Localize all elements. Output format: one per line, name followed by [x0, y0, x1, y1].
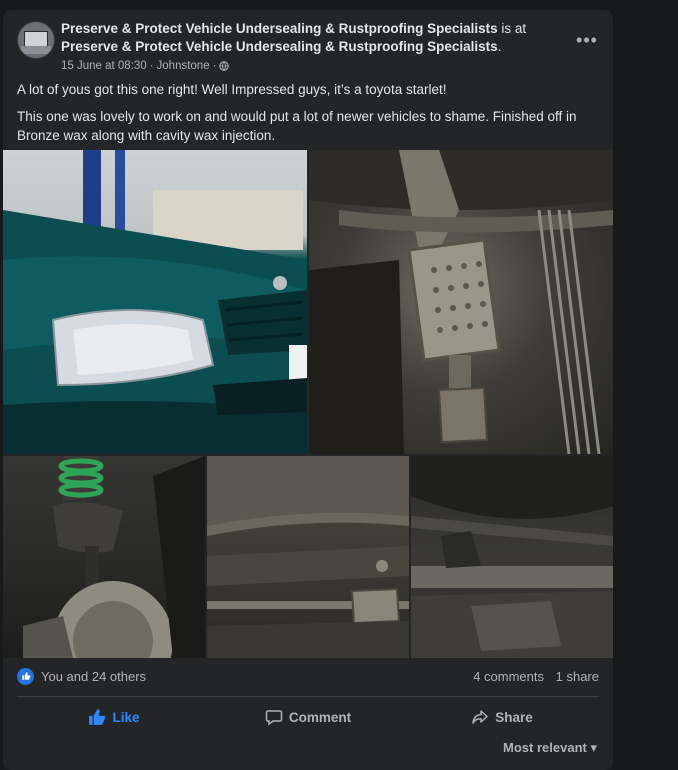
comments-count[interactable]: 4 comments — [473, 669, 544, 684]
comment-icon — [265, 710, 283, 726]
post-title: Preserve & Protect Vehicle Undersealing … — [61, 21, 527, 54]
underbody-exhaust-pipe-photo[interactable] — [207, 456, 409, 658]
like-reaction-icon[interactable] — [17, 668, 34, 685]
comment-label: Comment — [288, 709, 352, 725]
exhaust-catalytic-converter-photo[interactable] — [309, 150, 613, 454]
post-actions: Like Comment Share — [17, 702, 599, 732]
post-text: A lot of yous got this one right! Well I… — [17, 80, 589, 153]
location-name-link[interactable]: Preserve & Protect Vehicle Undersealing … — [61, 39, 498, 54]
sort-label: Most relevant — [503, 740, 587, 755]
share-label: Share — [495, 709, 533, 725]
page-avatar[interactable] — [17, 21, 55, 59]
thumbs-up-icon — [89, 709, 106, 725]
comment-button[interactable]: Comment — [211, 702, 405, 732]
post-paragraph: This one was lovely to work on and would… — [17, 109, 577, 143]
post-header: Preserve & Protect Vehicle Undersealing … — [17, 20, 599, 76]
post-date[interactable]: 15 June at 08:30 — [61, 60, 147, 72]
globe-icon — [219, 61, 230, 71]
post-card: Preserve & Protect Vehicle Undersealing … — [3, 10, 613, 770]
page-name-link[interactable]: Preserve & Protect Vehicle Undersealing … — [61, 21, 498, 36]
actions-divider — [17, 696, 599, 697]
post-paragraph: A lot of yous got this one right! Well I… — [17, 82, 447, 97]
comments-sort-dropdown[interactable]: Most relevant ▾ — [503, 740, 597, 756]
more-options-icon[interactable]: ••• — [575, 31, 599, 50]
reactions-bar: You and 24 others 4 comments 1 share — [17, 667, 599, 689]
share-icon — [472, 710, 488, 724]
engagement-counts: 4 comments 1 share — [473, 669, 599, 684]
car-front-photo[interactable] — [3, 150, 307, 454]
share-button[interactable]: Share — [405, 702, 599, 732]
meta-separator: · — [212, 60, 217, 72]
meta-separator: · — [149, 60, 154, 72]
suspension-brake-disc-photo[interactable] — [3, 456, 205, 658]
is-at-text: is at — [501, 21, 527, 36]
like-label: Like — [112, 709, 140, 725]
like-button[interactable]: Like — [17, 702, 211, 732]
post-meta: 15 June at 08:30 · Johnstone · — [61, 60, 230, 72]
chevron-down-icon: ▾ — [590, 740, 597, 755]
post-place[interactable]: Johnstone — [157, 60, 210, 72]
underbody-rear-photo[interactable] — [411, 456, 613, 658]
likers-text[interactable]: You and 24 others — [41, 669, 146, 684]
shares-count[interactable]: 1 share — [556, 669, 599, 684]
photo-grid — [3, 150, 613, 658]
